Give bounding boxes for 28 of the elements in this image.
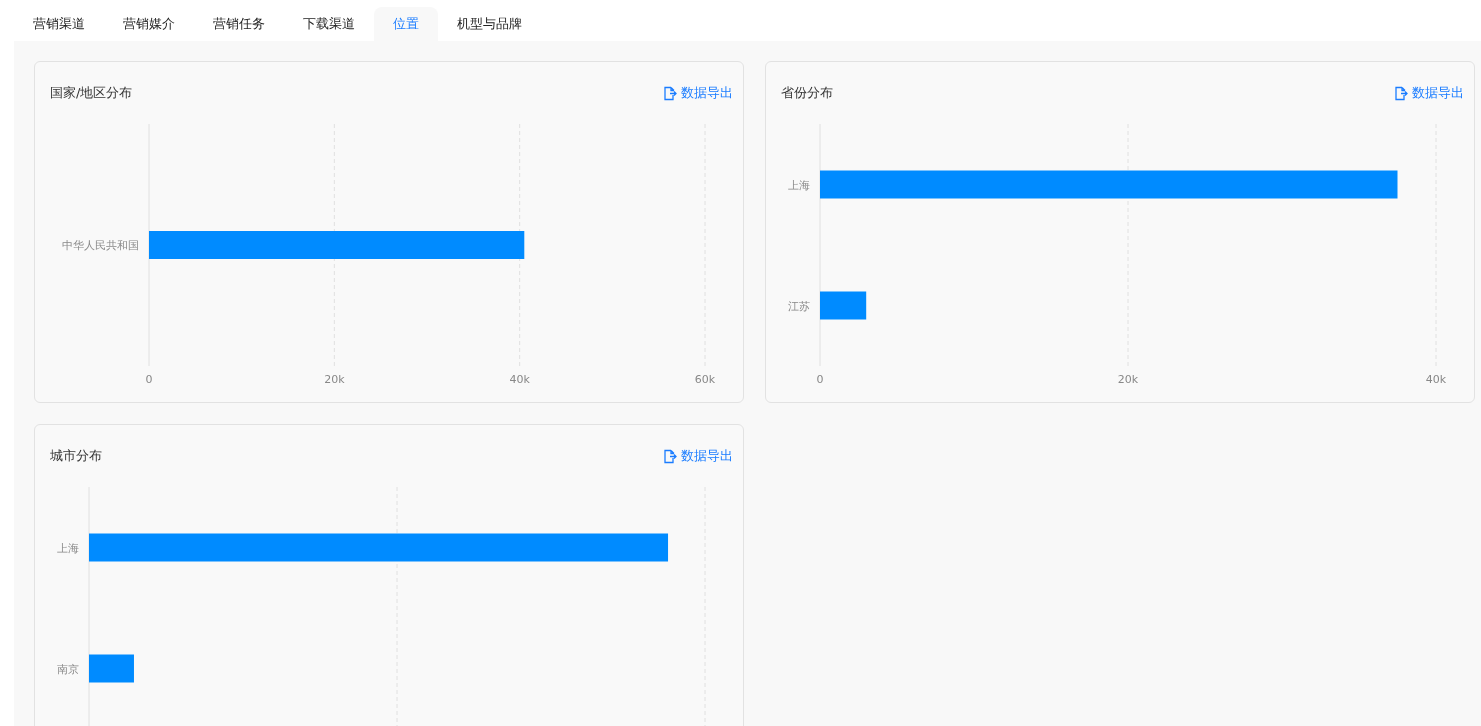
axis-label: 0 [145,373,153,386]
file-export-icon [1393,85,1408,101]
axis-label: 60k [694,373,716,386]
tab[interactable]: 下载渠道 [284,7,374,41]
category-label: 南京 [57,662,79,676]
axis-label: 40k [1425,373,1447,386]
axis-label: 20k [1117,373,1139,386]
chart-title: 国家/地区分布 [50,84,133,103]
chart-title: 省份分布 [781,84,833,103]
tab[interactable]: 营销媒介 [104,7,194,41]
chart-title: 城市分布 [50,447,102,466]
tab[interactable]: 位置 [374,7,438,41]
axis-label: 20k [324,373,345,386]
category-label: 上海 [788,178,810,192]
category-label: 上海 [57,541,79,555]
tab[interactable]: 营销任务 [194,7,284,41]
export-button[interactable]: 数据导出 [662,83,733,103]
file-export-icon [662,448,677,464]
axis-label: 40k [509,373,530,386]
tab[interactable]: 营销渠道 [14,7,104,41]
bar [820,291,867,320]
export-button[interactable]: 数据导出 [662,446,733,466]
axis-label: 0 [816,373,824,386]
category-label: 中华人民共和国 [62,239,139,252]
category-label: 江苏 [788,299,810,313]
file-export-icon [662,85,677,101]
export-button[interactable]: 数据导出 [1393,83,1464,103]
tab[interactable]: 机型与品牌 [438,7,541,41]
